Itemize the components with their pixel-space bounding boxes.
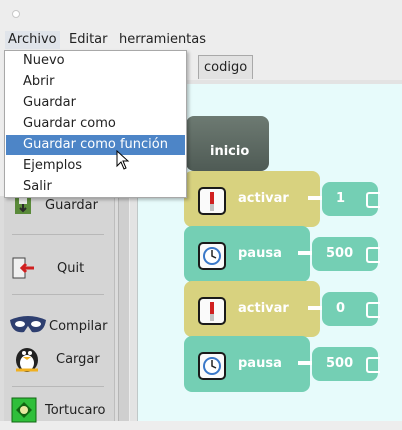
- tortucaro-button[interactable]: Tortucaro: [6, 396, 114, 430]
- value-notch: [366, 357, 380, 373]
- start-block-label: inicio: [210, 144, 250, 159]
- block-name: activar: [238, 191, 289, 206]
- value-block[interactable]: 1: [308, 182, 380, 216]
- value-block[interactable]: 0: [308, 292, 380, 326]
- value-connector: [308, 306, 322, 310]
- tab-codigo-fuente[interactable]: codigo fuente: [198, 55, 254, 98]
- value-notch: [366, 247, 380, 263]
- quit-label: Quit: [57, 261, 85, 276]
- penguin-icon: [10, 344, 44, 378]
- value-notch: [366, 192, 380, 208]
- save-icon: [12, 196, 34, 220]
- sidebar-scrollbar[interactable]: [118, 196, 129, 421]
- menu-item-salir[interactable]: Salir: [6, 177, 185, 197]
- save-label: Guardar: [45, 198, 98, 213]
- led-icon: [198, 297, 226, 325]
- exit-icon: [10, 256, 36, 284]
- led-icon: [198, 187, 226, 215]
- menu-item-abrir[interactable]: Abrir: [6, 72, 185, 92]
- mouse-pointer-icon: [116, 149, 130, 174]
- menu-editar[interactable]: Editar: [66, 31, 111, 49]
- save-button[interactable]: Guardar: [6, 196, 114, 230]
- menu-item-guardar-como[interactable]: Guardar como: [6, 114, 185, 134]
- menu-herramientas[interactable]: herramientas: [116, 31, 209, 49]
- turtle-icon: [10, 396, 38, 428]
- value-block[interactable]: 500: [298, 347, 380, 381]
- sidebar-divider: [12, 386, 104, 387]
- menu-item-ejemplos[interactable]: Ejemplos: [6, 156, 185, 176]
- archivo-dropdown: Nuevo Abrir Guardar Guardar como Guardar…: [4, 50, 187, 198]
- value-notch: [366, 302, 380, 318]
- program-block-activar[interactable]: activar: [184, 281, 320, 337]
- load-label: Cargar: [56, 352, 100, 367]
- tortucaro-label: Tortucaro: [45, 403, 106, 418]
- block-name: pausa: [238, 356, 282, 371]
- program-block-activar[interactable]: activar: [184, 171, 320, 227]
- quit-button[interactable]: Quit: [6, 252, 114, 286]
- program-block-pausa[interactable]: pausa: [184, 336, 310, 392]
- block-name: pausa: [238, 246, 282, 261]
- sidebar-divider: [12, 294, 104, 295]
- compile-label: Compilar: [49, 319, 108, 334]
- menubar: Archivo Editar herramientas: [0, 28, 402, 50]
- window-menu-icon[interactable]: [12, 10, 20, 18]
- menu-item-guardar-como-funcion[interactable]: Guardar como función: [6, 135, 185, 155]
- value-connector: [298, 361, 312, 365]
- value-connector: [308, 196, 322, 200]
- value-connector: [298, 251, 312, 255]
- clock-icon: [198, 242, 226, 270]
- program-block-pausa[interactable]: pausa: [184, 226, 310, 282]
- menu-item-guardar[interactable]: Guardar: [6, 93, 185, 113]
- block-name: activar: [238, 301, 289, 316]
- clock-icon: [198, 352, 226, 380]
- sidebar-divider: [12, 234, 104, 235]
- mask-icon: [8, 314, 48, 342]
- compile-button[interactable]: Compilar: [6, 310, 114, 344]
- start-block[interactable]: inicio: [186, 116, 269, 171]
- window-titlebar: [0, 0, 402, 28]
- load-button[interactable]: Cargar: [6, 344, 114, 378]
- menu-archivo[interactable]: Archivo: [5, 31, 60, 49]
- value-block[interactable]: 500: [298, 237, 380, 271]
- sidebar: Guardar Quit Compilar Cargar Tortucaro: [0, 196, 129, 423]
- menu-item-nuevo[interactable]: Nuevo: [6, 51, 185, 71]
